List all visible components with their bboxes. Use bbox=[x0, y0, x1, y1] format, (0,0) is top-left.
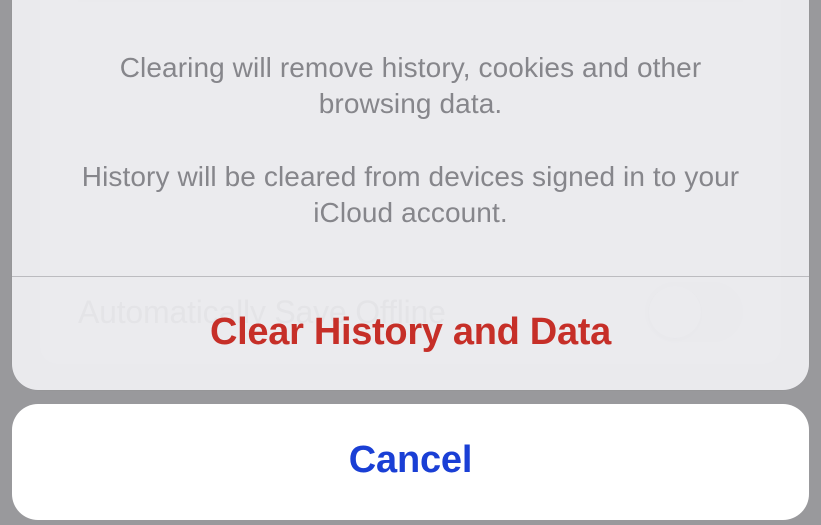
cancel-button[interactable]: Cancel bbox=[12, 404, 809, 520]
action-sheet: Clearing will remove history, cookies an… bbox=[12, 0, 809, 390]
action-sheet-message-line: Clearing will remove history, cookies an… bbox=[72, 50, 749, 123]
action-sheet-message: Clearing will remove history, cookies an… bbox=[12, 0, 809, 276]
action-sheet-message-line: History will be cleared from devices sig… bbox=[72, 159, 749, 232]
action-sheet-container: Clearing will remove history, cookies an… bbox=[12, 0, 809, 525]
clear-history-and-data-button[interactable]: Clear History and Data bbox=[12, 277, 809, 390]
